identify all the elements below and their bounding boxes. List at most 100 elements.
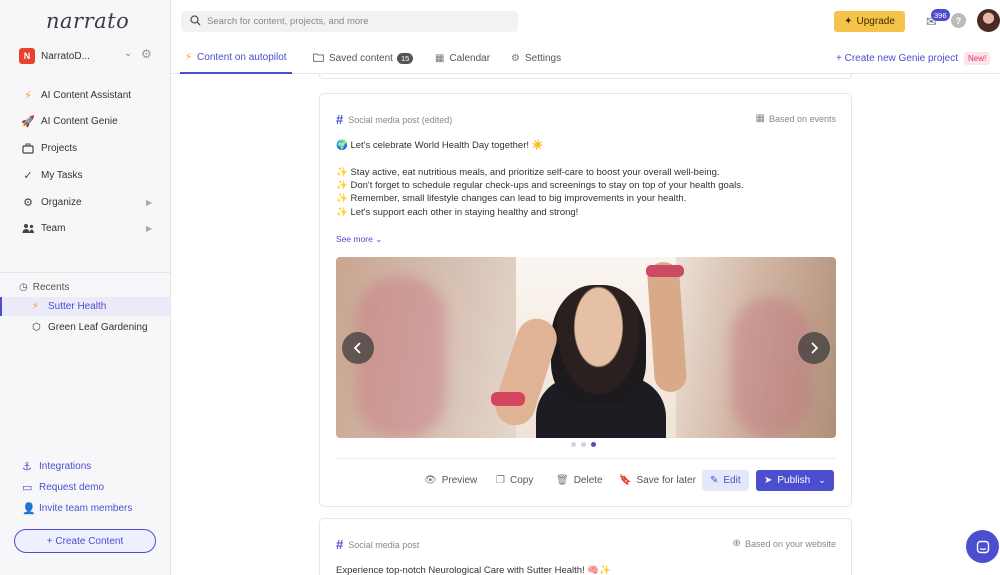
create-content-button[interactable]: + Create Content bbox=[14, 529, 156, 553]
previous-card-edge bbox=[319, 74, 852, 79]
tab-label: Settings bbox=[524, 53, 562, 64]
sidebar-item-label: My Tasks bbox=[41, 169, 83, 181]
trash-icon: 🗑 bbox=[556, 475, 569, 486]
publish-button[interactable]: ➤ Publish ⌄ bbox=[756, 470, 834, 491]
tab-label: Content on autopilot bbox=[197, 52, 287, 63]
carousel-dot[interactable] bbox=[571, 442, 576, 447]
card-source: ⊕ Based on your website bbox=[733, 538, 836, 549]
folder-icon bbox=[313, 53, 324, 65]
help-icon[interactable]: ? bbox=[951, 13, 966, 28]
chevron-right-icon: ▶ bbox=[146, 197, 153, 207]
image-dumbbell-top bbox=[646, 265, 684, 277]
calendar-icon: ▦ bbox=[755, 113, 765, 124]
workspace-switcher[interactable]: N NarratoD... ⌄ ⚙ bbox=[19, 47, 154, 65]
search-icon bbox=[190, 14, 201, 29]
upgrade-label: Upgrade bbox=[856, 16, 895, 27]
copy-button[interactable]: ❐ Copy bbox=[496, 470, 533, 491]
main-content: # Social media post (edited) ▦ Based on … bbox=[171, 74, 1000, 575]
sidebar-item-label: Team bbox=[41, 222, 66, 234]
see-more-link[interactable]: See more ⌄ bbox=[336, 234, 382, 245]
create-genie-project-label: + Create new Genie project bbox=[836, 53, 959, 64]
sidebar-item-ai-content-genie[interactable]: 🚀 AI Content Genie bbox=[0, 110, 171, 132]
bolt-icon: ⚡ bbox=[185, 52, 193, 63]
tab-settings[interactable]: ⚙ Settings bbox=[511, 43, 561, 74]
action-label: Save for later bbox=[636, 475, 696, 486]
workspace-badge: N bbox=[19, 48, 35, 64]
post-image bbox=[336, 257, 836, 438]
post-line: 🌍 Let's celebrate World Health Day toget… bbox=[336, 140, 544, 151]
new-badge: New! bbox=[964, 52, 991, 65]
delete-button[interactable]: 🗑 Delete bbox=[556, 470, 603, 491]
tab-saved-content[interactable]: Saved content 15 bbox=[313, 43, 414, 74]
chevron-right-icon: ▶ bbox=[146, 223, 153, 233]
sidebar: narrato N NarratoD... ⌄ ⚙ ⚡ AI Content A… bbox=[0, 0, 171, 575]
eye-icon: 👁 bbox=[424, 475, 437, 486]
sidebar-item-label: Organize bbox=[41, 196, 82, 208]
monitor-icon: ▭ bbox=[22, 482, 33, 494]
sidebar-item-organize[interactable]: ⚙ Organize ▶ bbox=[0, 191, 171, 213]
invite-team-link[interactable]: 👤 Invite team members bbox=[22, 502, 132, 515]
bolt-icon: ⚡ bbox=[32, 301, 40, 312]
recent-item-sutter-health[interactable]: ⚡ Sutter Health bbox=[0, 297, 171, 316]
recent-item-green-leaf-gardening[interactable]: ⬡ Green Leaf Gardening bbox=[0, 318, 171, 337]
hashtag-icon: # bbox=[336, 112, 344, 127]
copy-icon: ❐ bbox=[496, 475, 505, 486]
card-source-label: Based on your website bbox=[744, 538, 836, 549]
chat-widget-button[interactable] bbox=[966, 530, 999, 563]
post-line: ✨ Stay active, eat nutritious meals, and… bbox=[336, 167, 720, 178]
action-label: Preview bbox=[441, 475, 478, 486]
sidebar-item-my-tasks[interactable]: ✓ My Tasks bbox=[0, 164, 171, 186]
chevron-down-icon[interactable]: ⌄ bbox=[818, 475, 826, 486]
globe-icon: ⊕ bbox=[732, 538, 741, 549]
sidebar-item-team[interactable]: Team ▶ bbox=[0, 217, 171, 239]
upgrade-button[interactable]: ✦ Upgrade bbox=[834, 11, 905, 32]
card-actions: 👁 Preview ❐ Copy 🗑 Delete 🔖 Save for lat… bbox=[336, 470, 836, 491]
checkmark-icon: ✓ bbox=[23, 169, 33, 182]
tab-calendar[interactable]: ▦ Calendar bbox=[435, 43, 490, 74]
app-logo[interactable]: narrato bbox=[46, 9, 129, 33]
card-header: # Social media post (edited) ▦ Based on … bbox=[336, 112, 836, 127]
search-input[interactable]: Search for content, projects, and more bbox=[181, 11, 518, 32]
briefcase-icon bbox=[21, 143, 35, 154]
carousel-next-button[interactable] bbox=[798, 332, 830, 364]
card-type: Social media post bbox=[348, 539, 420, 550]
organize-icon: ⚙ bbox=[23, 196, 33, 209]
carousel-dot-active[interactable] bbox=[591, 442, 596, 447]
calendar-icon: ▦ bbox=[435, 53, 445, 64]
carousel-dots bbox=[571, 442, 596, 447]
save-for-later-button[interactable]: 🔖 Save for later bbox=[619, 470, 696, 491]
content-card: # Social media post (edited) ▦ Based on … bbox=[319, 93, 852, 507]
card-header: # Social media post ⊕ Based on your webs… bbox=[336, 537, 836, 552]
tab-content-on-autopilot[interactable]: ⚡ Content on autopilot bbox=[180, 43, 292, 74]
recent-item-label: Sutter Health bbox=[48, 301, 107, 312]
cube-icon: ⬡ bbox=[32, 322, 41, 333]
pencil-icon: ✎ bbox=[710, 475, 719, 486]
team-icon bbox=[21, 223, 35, 234]
carousel-dot[interactable] bbox=[581, 442, 586, 447]
image-blur-right bbox=[731, 297, 811, 438]
hashtag-icon: # bbox=[336, 537, 344, 552]
rocket-icon: 🚀 bbox=[21, 115, 35, 128]
bolt-icon: ⚡ bbox=[24, 89, 32, 102]
post-line: Experience top-notch Neurological Care w… bbox=[336, 565, 612, 575]
content-card: # Social media post ⊕ Based on your webs… bbox=[319, 518, 852, 575]
create-genie-project-link[interactable]: + Create new Genie project New! bbox=[836, 52, 991, 65]
sidebar-item-projects[interactable]: Projects bbox=[0, 137, 171, 159]
edit-button[interactable]: ✎ Edit bbox=[702, 470, 749, 491]
sidebar-item-ai-content-assistant[interactable]: ⚡ AI Content Assistant bbox=[0, 84, 171, 106]
integrations-link[interactable]: ⚓ Integrations bbox=[22, 460, 91, 473]
chevron-down-icon[interactable]: ⌄ bbox=[124, 48, 132, 59]
gear-icon[interactable]: ⚙ bbox=[141, 47, 152, 61]
chevron-right-icon bbox=[811, 342, 819, 354]
avatar[interactable] bbox=[977, 9, 1000, 32]
tab-label: Saved content bbox=[329, 53, 393, 64]
request-demo-link[interactable]: ▭ Request demo bbox=[22, 481, 104, 494]
sidebar-item-label: Projects bbox=[41, 142, 78, 154]
action-label: Delete bbox=[573, 475, 603, 486]
preview-button[interactable]: 👁 Preview bbox=[424, 470, 477, 491]
clock-icon: ◷ bbox=[19, 282, 28, 293]
carousel-prev-button[interactable] bbox=[342, 332, 374, 364]
action-label: Publish bbox=[777, 475, 811, 486]
topbar: Search for content, projects, and more ✦… bbox=[171, 0, 1000, 43]
recents-header: ◷ Recents bbox=[19, 282, 69, 293]
